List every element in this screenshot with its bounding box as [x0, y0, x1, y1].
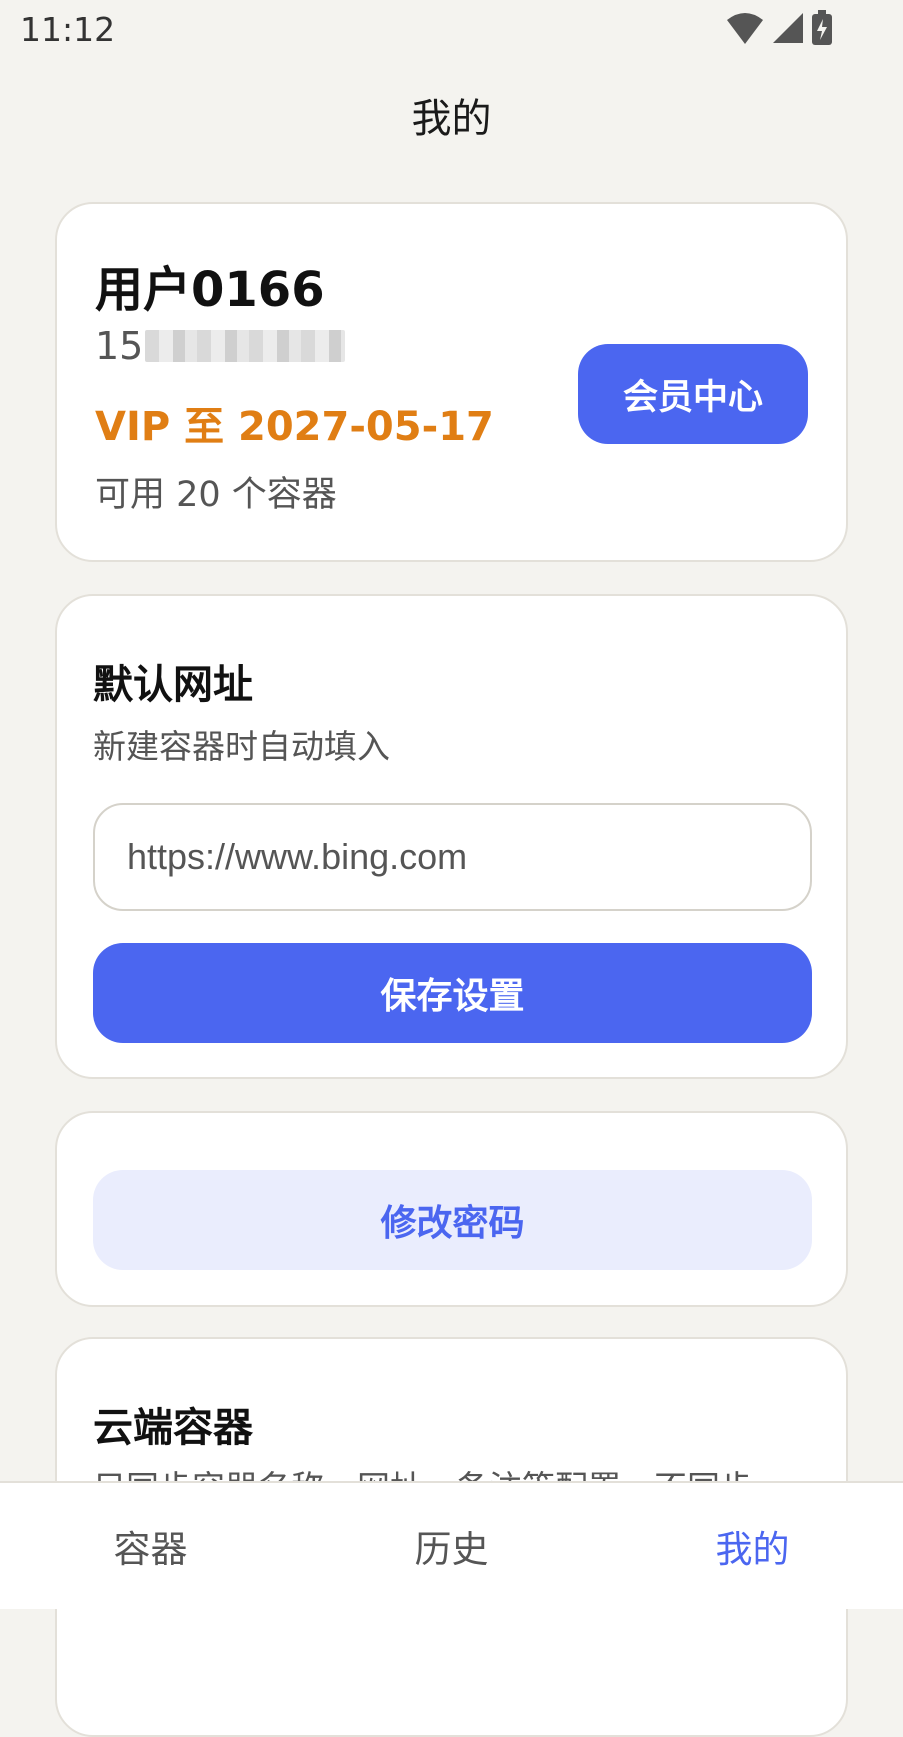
container-quota: 可用 20 个容器 — [95, 475, 337, 515]
default-url-title: 默认网址 — [93, 662, 253, 708]
default-url-subtitle: 新建容器时自动填入 — [93, 727, 390, 766]
wifi-icon — [727, 13, 763, 44]
status-bar: 11:12 — [0, 0, 903, 60]
page-title: 我的 — [411, 96, 492, 142]
change-password-button[interactable]: 修改密码 — [93, 1170, 812, 1270]
signal-icon — [773, 13, 803, 43]
default-url-input[interactable] — [93, 803, 812, 911]
vip-center-button[interactable]: 会员中心 — [578, 344, 808, 444]
default-url-card: 默认网址 新建容器时自动填入 保存设置 — [55, 594, 848, 1079]
user-name: 用户0166 — [95, 262, 325, 318]
bottom-nav: 容器 历史 我的 — [0, 1481, 903, 1609]
vip-expiry: VIP 至 2027-05-17 — [95, 404, 494, 450]
phone-prefix: 15 — [95, 324, 144, 368]
status-time: 11:12 — [20, 10, 116, 49]
cloud-container-title: 云端容器 — [93, 1405, 253, 1451]
battery-icon — [812, 10, 832, 45]
status-icons — [725, 10, 833, 46]
nav-tab-mine[interactable]: 我的 — [602, 1483, 903, 1609]
phone-redaction — [145, 330, 346, 362]
user-phone: 15 — [95, 324, 346, 368]
nav-tab-history[interactable]: 历史 — [301, 1483, 602, 1609]
password-card: 修改密码 — [55, 1111, 848, 1307]
nav-tab-containers[interactable]: 容器 — [0, 1483, 301, 1609]
user-card: 用户0166 15 VIP 至 2027-05-17 可用 20 个容器 会员中… — [55, 202, 848, 562]
save-settings-button[interactable]: 保存设置 — [93, 943, 812, 1043]
